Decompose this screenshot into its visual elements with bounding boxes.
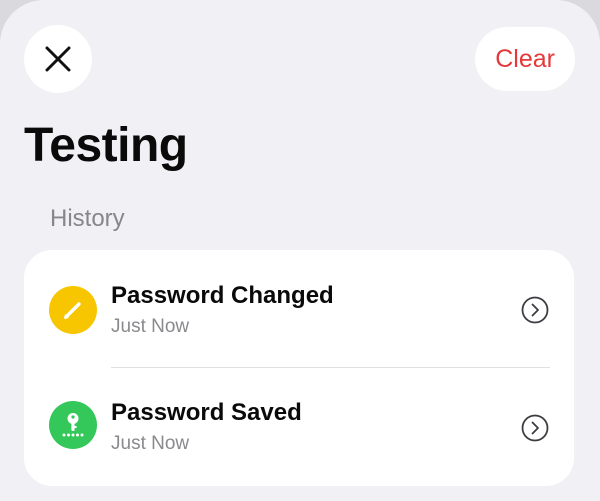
history-list: Password Changed Just Now Password Saved… [24,250,574,486]
close-button[interactable] [24,25,92,93]
clear-button-label: Clear [495,44,555,73]
key-icon-badge [49,401,97,449]
pencil-icon [64,302,81,319]
modal-sheet: Clear Testing History Password Changed J… [0,0,600,501]
close-icon [45,46,71,72]
key-icon [62,413,84,437]
chevron-right-circle-icon[interactable] [520,295,550,325]
history-item-title: Password Changed [111,282,334,309]
history-item-title: Password Saved [111,399,302,426]
page-title: Testing [24,119,188,172]
history-section-header: History [50,205,125,232]
pencil-icon-badge [49,286,97,334]
chevron-right-circle-icon[interactable] [520,413,550,443]
history-item-subtitle: Just Now [111,433,190,454]
history-item-password-saved[interactable]: Password Saved Just Now [24,368,574,486]
history-item-subtitle: Just Now [111,316,190,337]
history-item-password-changed[interactable]: Password Changed Just Now [24,250,574,368]
clear-button[interactable]: Clear [475,27,575,91]
